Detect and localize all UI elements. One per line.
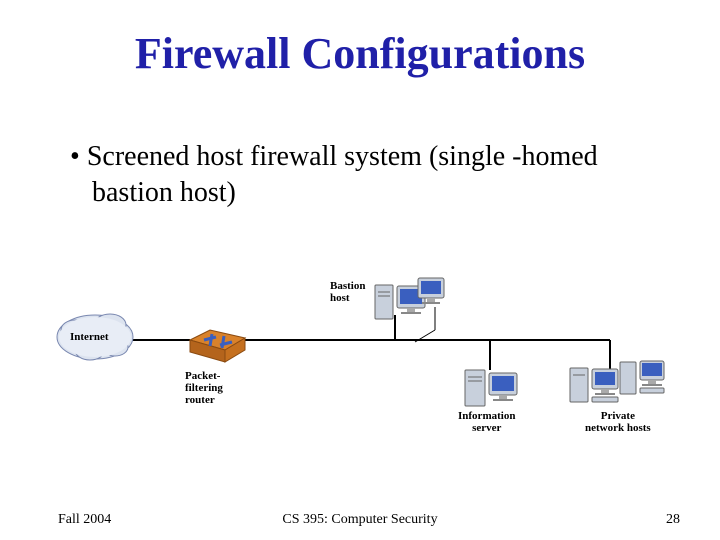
info-server-label: Information server <box>458 410 515 434</box>
info-server-icon <box>465 370 517 406</box>
private-hosts-label: Private network hosts <box>585 410 651 434</box>
private-host-left-icon <box>570 368 618 402</box>
network-diagram: Internet Packet- filtering router Bastio… <box>50 275 670 445</box>
internet-label: Internet <box>70 331 109 343</box>
slide-title: Firewall Configurations <box>40 28 680 79</box>
footer-right: 28 <box>666 512 680 528</box>
footer-center: CS 395: Computer Security <box>0 512 720 528</box>
private-host-right-icon <box>620 361 664 394</box>
slide: Firewall Configurations Screened host fi… <box>0 0 720 540</box>
bullet-text: Screened host firewall system (single -h… <box>70 139 680 212</box>
bastion-label: Bastion host <box>330 280 365 304</box>
router-icon <box>190 330 245 362</box>
router-label: Packet- filtering router <box>185 370 223 406</box>
